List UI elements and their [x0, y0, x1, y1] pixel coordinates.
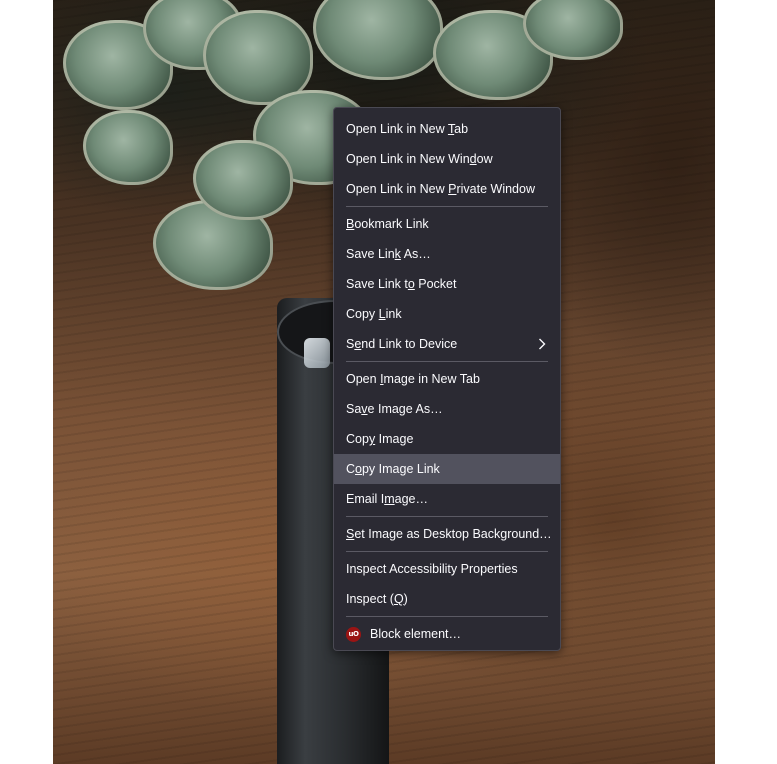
menu-item-email-image[interactable]: Email Image… [334, 484, 560, 514]
menu-item-copy-link[interactable]: Copy Link [334, 299, 560, 329]
menu-item-save-image-as[interactable]: Save Image As… [334, 394, 560, 424]
menu-item-open-link-new-tab[interactable]: Open Link in New Tab [334, 114, 560, 144]
leaf [83, 110, 173, 185]
menu-item-label: Pocket [414, 277, 457, 291]
menu-item-open-image-new-tab[interactable]: Open Image in New Tab [334, 364, 560, 394]
access-key: Q [393, 592, 404, 606]
leaf [193, 140, 293, 220]
context-menu: Open Link in New Tab Open Link in New Wi… [333, 107, 561, 651]
menu-item-label: Open Link in New Win [346, 152, 470, 166]
menu-item-label: C [346, 462, 356, 476]
chevron-right-icon [539, 338, 546, 350]
menu-item-label: e Image As… [367, 402, 443, 416]
menu-item-open-link-private-window[interactable]: Open Link in New Private Window [334, 174, 560, 204]
menu-item-label: Copy [346, 307, 379, 321]
menu-item-open-link-new-window[interactable]: Open Link in New Window [334, 144, 560, 174]
menu-item-label: As… [400, 247, 431, 261]
menu-item-bookmark-link[interactable]: Bookmark Link [334, 209, 560, 239]
menu-item-save-link-as[interactable]: Save Link As… [334, 239, 560, 269]
menu-item-set-desktop-background[interactable]: Set Image as Desktop Background… [334, 519, 560, 549]
menu-item-label: Open Link in New [346, 122, 448, 136]
menu-item-label: nd Link to Device [361, 337, 458, 351]
menu-item-label: Save Link t [346, 277, 408, 291]
menu-item-label: Cop [346, 432, 369, 446]
menu-item-label: mage in New Tab [383, 372, 480, 386]
menu-item-save-link-to-pocket[interactable]: Save Link to Pocket [334, 269, 560, 299]
menu-separator [346, 516, 548, 517]
ublock-origin-icon: uO [346, 627, 361, 643]
access-key: d [469, 152, 477, 166]
menu-item-label: rivate Window [456, 182, 535, 196]
menu-separator [346, 551, 548, 552]
menu-item-label: ab [454, 122, 469, 136]
menu-item-label: py Image Link [361, 462, 440, 476]
menu-item-label: Inspect ( [346, 592, 394, 606]
menu-item-label: et Image as Desktop Background… [354, 527, 552, 541]
menu-item-label: Open Link in New [346, 182, 449, 196]
menu-item-block-element[interactable]: uO Block element… [334, 619, 560, 649]
menu-item-label: Open [346, 372, 381, 386]
menu-item-label: Sa [346, 402, 362, 416]
menu-separator [346, 616, 548, 617]
access-key: o [355, 462, 362, 476]
menu-separator [346, 361, 548, 362]
ice-cube [304, 338, 330, 368]
menu-item-label: Image [375, 432, 414, 446]
menu-item-label: Inspect Accessibility Properties [346, 562, 518, 576]
menu-item-copy-image-link[interactable]: Copy Image Link [334, 454, 560, 484]
access-key: L [378, 307, 386, 321]
menu-item-send-link-to-device[interactable]: Send Link to Device [334, 329, 560, 359]
menu-item-label: ookmark Link [354, 217, 429, 231]
menu-item-label: ink [385, 307, 402, 321]
menu-item-inspect-accessibility[interactable]: Inspect Accessibility Properties [334, 554, 560, 584]
access-key: o [407, 277, 415, 291]
menu-item-label: Save Lin [346, 247, 395, 261]
menu-item-inspect[interactable]: Inspect (Q) [334, 584, 560, 614]
menu-item-label: ) [403, 592, 408, 606]
menu-item-label: ow [476, 152, 493, 166]
menu-item-copy-image[interactable]: Copy Image [334, 424, 560, 454]
menu-item-label: Email I [346, 492, 385, 506]
menu-item-label: age… [394, 492, 428, 506]
access-key: m [384, 492, 395, 506]
menu-item-label: Block element… [370, 627, 462, 641]
menu-separator [346, 206, 548, 207]
